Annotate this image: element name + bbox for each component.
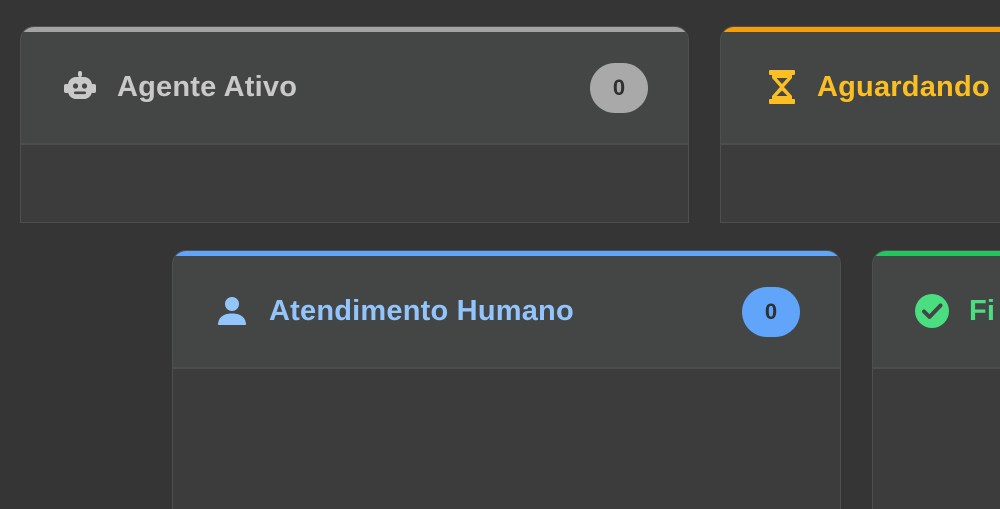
- column-body[interactable]: [173, 369, 840, 509]
- column-finalizado: Fi: [872, 250, 1000, 509]
- robot-icon: [62, 69, 98, 105]
- column-body[interactable]: [721, 145, 1000, 222]
- count-badge: 0: [742, 287, 800, 337]
- column-header: Agente Ativo 0: [21, 32, 688, 145]
- column-title: Agente Ativo: [117, 71, 298, 103]
- hourglass-icon: [764, 69, 800, 105]
- column-title: Atendimento Humano: [269, 295, 574, 327]
- column-agente-ativo: Agente Ativo 0: [20, 26, 689, 223]
- column-body[interactable]: [21, 145, 688, 222]
- column-body[interactable]: [873, 369, 1000, 509]
- column-title: Aguardando: [817, 71, 990, 103]
- column-atendimento-humano: Atendimento Humano 0: [172, 250, 841, 509]
- kanban-board: Agente Ativo 0 Aguardando Atendimento Hu…: [0, 0, 1000, 509]
- column-title: Fi: [969, 295, 996, 327]
- column-aguardando: Aguardando: [720, 26, 1000, 223]
- column-header: Aguardando: [721, 32, 1000, 145]
- count-badge: 0: [590, 63, 648, 113]
- check-circle-icon: [914, 293, 950, 329]
- column-header: Fi: [873, 256, 1000, 369]
- column-header: Atendimento Humano 0: [173, 256, 840, 369]
- user-icon: [214, 293, 250, 329]
